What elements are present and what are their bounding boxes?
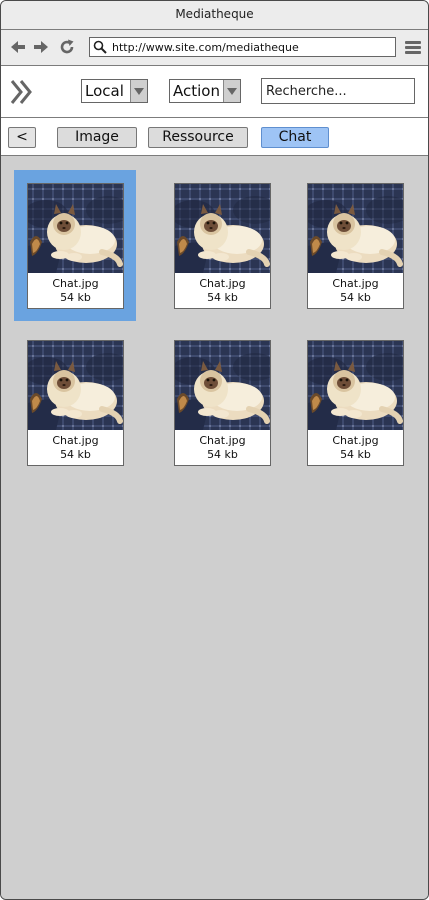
file-card[interactable]: Chat.jpg 54 kb: [27, 183, 124, 309]
arrow-right-icon[interactable]: [32, 38, 50, 56]
cat-thumbnail: [175, 184, 270, 273]
chevron-down-icon: [223, 80, 240, 102]
action-select-label: Action: [173, 82, 220, 100]
browser-url-bar: [1, 30, 428, 66]
chevron-down-icon: [130, 80, 147, 102]
double-chevron-right-icon[interactable]: [9, 78, 35, 106]
hamburger-menu-icon[interactable]: [405, 41, 421, 55]
url-input[interactable]: [112, 39, 387, 55]
file-grid: Chat.jpg 54 kb Chat.jpg 54 kb Chat.jpg 5…: [1, 156, 428, 899]
search-icon: [93, 40, 107, 54]
breadcrumb: < Image Ressource Chat: [1, 118, 428, 156]
breadcrumb-item-chat[interactable]: Chat: [261, 127, 329, 148]
file-card[interactable]: Chat.jpg 54 kb: [174, 340, 271, 466]
reload-icon[interactable]: [58, 38, 76, 56]
url-field[interactable]: [89, 37, 396, 57]
browser-window: Mediatheque http://www.site.com/mediathe…: [0, 0, 429, 900]
file-name: Chat.jpg: [199, 434, 246, 447]
file-size: 54 kb: [60, 291, 91, 304]
location-select-label: Local: [85, 82, 124, 100]
cat-thumbnail: [175, 341, 270, 430]
toolbar: Local Action: [1, 66, 428, 118]
file-card[interactable]: Chat.jpg 54 kb: [307, 340, 404, 466]
location-select[interactable]: Local: [81, 79, 148, 103]
cat-thumbnail: [308, 184, 403, 273]
cat-thumbnail: [28, 341, 123, 430]
search-input[interactable]: [266, 81, 408, 101]
arrow-left-icon[interactable]: [9, 38, 27, 56]
file-name: Chat.jpg: [199, 277, 246, 290]
file-name: Chat.jpg: [52, 277, 99, 290]
file-size: 54 kb: [207, 291, 238, 304]
cat-thumbnail: [28, 184, 123, 273]
breadcrumb-item-image[interactable]: Image: [57, 127, 137, 148]
window-title: Mediatheque: [1, 1, 428, 30]
search-field[interactable]: [261, 78, 415, 104]
file-size: 54 kb: [340, 448, 371, 461]
breadcrumb-item-ressource[interactable]: Ressource: [148, 127, 248, 148]
file-name: Chat.jpg: [332, 434, 379, 447]
file-size: 54 kb: [60, 448, 91, 461]
file-card[interactable]: Chat.jpg 54 kb: [307, 183, 404, 309]
file-name: Chat.jpg: [332, 277, 379, 290]
action-select[interactable]: Action: [169, 79, 241, 103]
back-button[interactable]: <: [8, 127, 36, 148]
cat-thumbnail: [308, 341, 403, 430]
file-card[interactable]: Chat.jpg 54 kb: [174, 183, 271, 309]
file-size: 54 kb: [340, 291, 371, 304]
file-card[interactable]: Chat.jpg 54 kb: [27, 340, 124, 466]
file-size: 54 kb: [207, 448, 238, 461]
file-name: Chat.jpg: [52, 434, 99, 447]
